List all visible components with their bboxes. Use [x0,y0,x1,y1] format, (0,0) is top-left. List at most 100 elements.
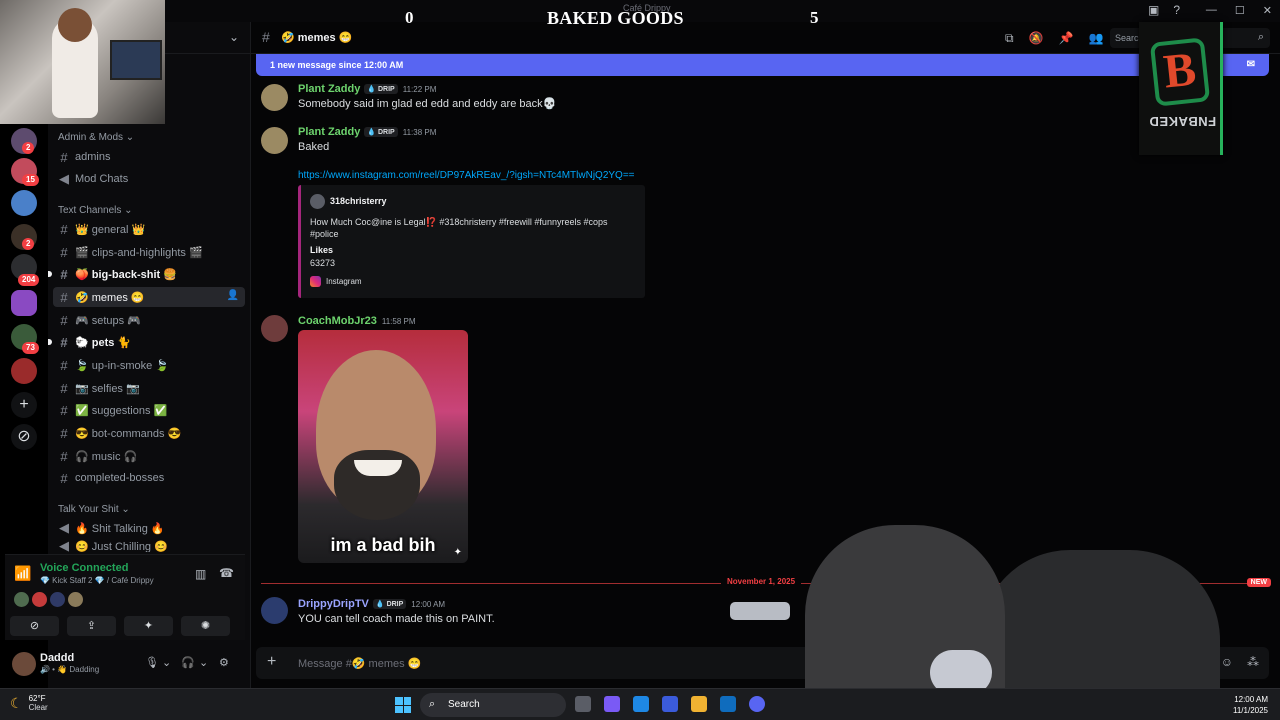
channel-up-in-smoke[interactable]: # 🍃 up-in-smoke 🍃 [53,355,245,375]
channel-general[interactable]: # 👑 general 👑 [53,219,245,239]
signal-icon[interactable]: 📶 [14,565,31,582]
clock[interactable]: 12:00 AM 11/1/2025 [1233,694,1268,716]
server-icon[interactable] [11,190,37,216]
activities-button[interactable]: ✦ [124,616,173,636]
username[interactable]: DrippyDripTV [298,598,369,610]
instagram-link[interactable]: https://www.instagram.com/reel/DP97AkREa… [298,170,635,181]
avatar[interactable] [261,84,288,111]
channel-shit-talking[interactable]: ◀ 🔥 Shit Talking 🔥 [53,518,245,538]
avatar[interactable] [261,597,288,624]
store-icon[interactable] [662,696,678,712]
screen-share-button[interactable]: ⇪ [67,616,116,636]
username[interactable]: Plant Zaddy [298,83,360,95]
taskbar-search[interactable]: ⌕ Search [420,693,566,717]
category-talk[interactable]: Talk Your Shit ⌄ [58,504,130,515]
message-author[interactable]: Plant Zaddy 💧 DRIP 11:38 PM [298,126,436,138]
disconnect-icon[interactable]: ☎ [219,566,234,580]
embed-author[interactable]: 318christerry [330,196,387,206]
avatar[interactable] [68,592,83,607]
new-messages-bar[interactable]: 1 new message since 12:00 AM ✉ [256,54,1269,76]
chevron-down-icon[interactable]: ⌄ [199,656,208,669]
help-icon[interactable]: ? [1173,3,1180,17]
category-text-channels[interactable]: Text Channels ⌄ [58,205,133,216]
channel-completed-bosses[interactable]: # completed-bosses [53,468,245,488]
avatar[interactable] [261,127,288,154]
soundboard-button[interactable]: ✺ [181,616,230,636]
avatar[interactable] [14,592,29,607]
channel-memes[interactable]: # 🤣 memes 😁 👤 [53,287,245,307]
headphones-icon[interactable]: 🎧 [181,656,195,669]
server-badge: 2 [22,142,35,154]
server-icon[interactable] [11,358,37,384]
channel-just-chilling[interactable]: ◀ 😊 Just Chilling 😊 [53,540,245,552]
inbox-icon[interactable]: ▣ [1148,3,1159,17]
channel-admins[interactable]: # admins [53,147,245,167]
channel-bot-commands[interactable]: # 😎 bot-commands 😎 [53,423,245,443]
add-member-icon[interactable]: 👤 [227,290,239,301]
avatar[interactable] [50,592,65,607]
hash-icon: # [60,266,68,282]
chevron-down-icon[interactable]: ⌄ [229,30,239,44]
username[interactable]: Plant Zaddy [298,126,360,138]
pin-icon[interactable]: 📌 [1059,31,1074,46]
gear-icon[interactable]: ⚙ [219,656,229,669]
noise-suppression-icon[interactable]: ▥ [195,567,206,581]
avatar[interactable] [261,315,288,342]
maximize-button[interactable]: ☐ [1235,4,1245,17]
channel-big-back[interactable]: # 🍑 big-back-shit 🍔 [48,264,245,284]
member-list-icon[interactable]: 👥 [1088,31,1103,46]
camera-off-button[interactable]: ⊘ [10,616,59,636]
minimize-button[interactable]: — [1206,4,1217,17]
channel-title: 🤣 memes 😁 [281,32,353,44]
hash-icon: # [60,289,68,305]
channel-selfies[interactable]: # 📷 selfies 📷 [53,378,245,398]
voice-channel-info[interactable]: 💎 Kick Staff 2 💎 / Café Drippy [40,576,154,585]
discover-icon[interactable]: ⊘ [11,424,37,450]
message-composer[interactable]: + Message #🤣 memes 😁 ▤ ☺ ⁂ [256,647,1269,679]
username[interactable]: Daddd [40,652,74,664]
logo-text: FNBAKED [1149,114,1217,129]
channel-label: 📷 selfies 📷 [75,382,140,395]
unread-indicator [48,271,52,277]
mute-bell-icon[interactable]: 🔕 [1029,31,1044,46]
voice-status[interactable]: Voice Connected [40,562,128,574]
new-messages-text: 1 new message since 12:00 AM [270,60,404,70]
timestamp: 11:38 PM [402,128,437,137]
channel-mod-chats[interactable]: ◀ Mod Chats [53,169,245,189]
task-view-icon[interactable] [575,696,591,712]
channel-suggestions[interactable]: # ✅ suggestions ✅ [53,400,245,420]
outlook-icon[interactable] [720,696,736,712]
message-author[interactable]: CoachMobJr23 11:58 PM [298,315,416,327]
channel-pets[interactable]: # 🐑 pets 🐈 [48,332,245,352]
upload-plus-icon[interactable]: + [267,653,276,671]
weather-widget[interactable]: ☾ 62°F Clear [10,694,48,712]
message-author[interactable]: DrippyDripTV 💧 DRIP 12:00 AM [298,598,445,610]
microphone-icon[interactable]: 🎙 [145,656,159,669]
threads-icon[interactable]: ⧉ [1005,31,1014,46]
chevron-down-icon[interactable]: ⌄ [162,656,171,669]
apps-icon[interactable]: ⁂ [1247,655,1259,669]
avatar[interactable] [32,592,47,607]
discord-icon[interactable] [749,696,765,712]
close-button[interactable]: ✕ [1263,4,1272,17]
mark-read-icon[interactable]: ✉ [1247,59,1255,70]
channel-music[interactable]: # 🎧 music 🎧 [53,446,245,466]
image-attachment[interactable]: im a bad bih ✦ [298,330,468,563]
channel-label: 🤣 memes 😁 [75,291,145,304]
copilot-icon[interactable] [604,696,620,712]
gif-icon[interactable]: ▤ [1195,655,1206,669]
link-embed[interactable]: 318christerry How Much Coc@ine is Legal⁉… [298,185,645,298]
add-server-button[interactable]: + [11,392,37,418]
channel-clips[interactable]: # 🎬 clips-and-highlights 🎬 [53,242,245,262]
channel-setups[interactable]: # 🎮 setups 🎮 [53,310,245,330]
category-admin[interactable]: Admin & Mods ⌄ [58,132,134,143]
server-icon-active[interactable] [11,290,37,316]
edge-icon[interactable] [633,696,649,712]
username[interactable]: CoachMobJr23 [298,315,377,327]
windows-start-icon[interactable] [395,697,411,713]
emoji-icon[interactable]: ☺ [1221,655,1233,669]
embed-field-name: Likes [310,245,334,255]
file-explorer-icon[interactable] [691,696,707,712]
avatar[interactable] [12,652,36,676]
message-author[interactable]: Plant Zaddy 💧 DRIP 11:22 PM [298,83,436,95]
